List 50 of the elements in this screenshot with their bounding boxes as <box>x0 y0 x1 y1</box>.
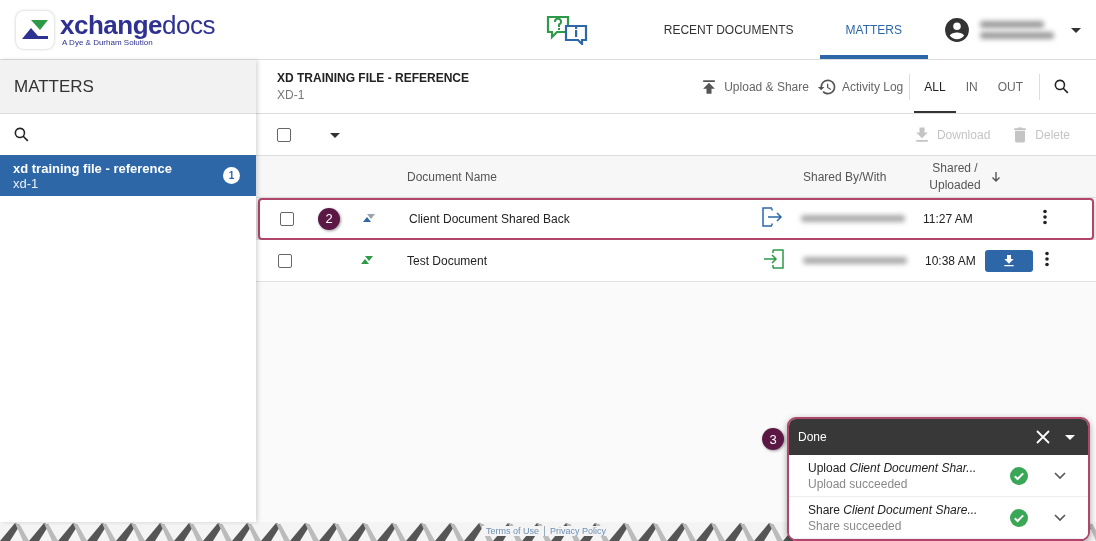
document-name[interactable]: Client Document Shared Back <box>403 211 761 226</box>
download-icon <box>1001 252 1017 269</box>
filter-tab[interactable]: OUT <box>987 60 1033 113</box>
callout-badge: 2 <box>318 207 340 230</box>
document-type-icon <box>362 212 376 223</box>
count-badge: 1 <box>223 167 240 184</box>
logo-wordmark: xchangedocs <box>60 12 215 38</box>
toolbar-action[interactable]: Upload & Share <box>699 76 809 97</box>
select-all-checkbox[interactable] <box>277 127 291 142</box>
toast-title: Done <box>798 430 828 444</box>
logo-tagline: A Dye & Durham Solution <box>62 38 153 47</box>
column-header[interactable]: Shared / Uploaded <box>915 159 1044 194</box>
document-name[interactable]: Test Document <box>401 253 763 268</box>
matter-title: XD TRAINING FILE - REFERENCE <box>277 71 469 85</box>
filter-tab[interactable]: IN <box>955 60 988 113</box>
task-status: Upload succeeded <box>808 475 909 492</box>
task-title: Share Client Document Share... <box>808 501 979 518</box>
row-checkbox[interactable] <box>280 211 294 226</box>
download-button[interactable] <box>985 249 1033 272</box>
toolbar-action[interactable]: Activity Log <box>816 76 904 97</box>
shared-time: 11:27 AM <box>922 211 974 226</box>
chevron-down-icon[interactable] <box>1054 471 1066 480</box>
task-status: Share succeeded <box>808 517 903 534</box>
action-label: Upload & Share <box>724 79 809 94</box>
nav-tab[interactable]: RECENT DOCUMENTS <box>637 0 820 59</box>
logo-icon <box>21 18 49 41</box>
matter-code: xd-1 <box>13 175 39 191</box>
matter-name: xd training file - reference <box>13 160 173 176</box>
task-title: Upload Client Document Shar... <box>808 459 978 476</box>
sidebar-title: MATTERS <box>0 60 256 114</box>
column-header[interactable]: Shared By/With <box>797 169 915 184</box>
user-avatar-icon[interactable] <box>944 16 970 43</box>
sort-arrow-icon <box>991 170 1001 183</box>
column-header[interactable]: Document Name <box>401 169 763 184</box>
matter-list-item[interactable]: xd training file - reference xd-1 1 <box>0 155 256 196</box>
row-checkbox[interactable] <box>278 253 292 268</box>
help-chat-icon[interactable] <box>545 14 588 45</box>
column-header-label: Shared / Uploaded <box>928 159 982 194</box>
action-label: Activity Log <box>841 79 904 94</box>
chevron-down-icon[interactable] <box>1054 513 1066 522</box>
shared-time: 10:38 AM <box>924 253 977 268</box>
action-label: Download <box>936 127 991 142</box>
more-options-icon[interactable] <box>1042 209 1048 225</box>
action-label: Delete <box>1035 127 1070 142</box>
more-options-icon[interactable] <box>1044 251 1050 267</box>
matter-code: XD-1 <box>277 88 306 102</box>
document-type-icon <box>360 254 374 265</box>
footer-link[interactable]: Terms of Use <box>486 526 539 536</box>
footer-link[interactable]: Privacy Policy <box>550 526 607 536</box>
close-icon[interactable] <box>1036 430 1050 444</box>
